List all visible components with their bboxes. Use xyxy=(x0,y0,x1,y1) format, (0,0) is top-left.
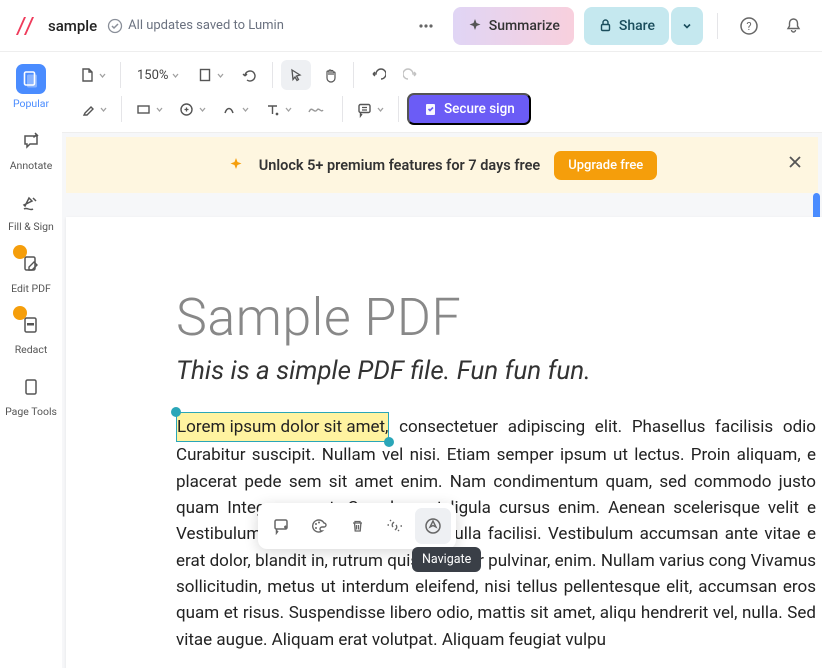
text-selection-highlight[interactable]: Lorem ipsum dolor sit amet, xyxy=(176,412,389,442)
text-icon xyxy=(264,101,281,118)
text-tool[interactable] xyxy=(259,94,298,124)
upgrade-button[interactable]: Upgrade free xyxy=(554,151,657,180)
pointer-icon xyxy=(288,67,304,83)
lock-icon xyxy=(598,18,613,33)
sidebar-item-edit-pdf[interactable]: Edit PDF xyxy=(2,243,60,303)
rotate-icon xyxy=(241,67,258,84)
fill-sign-icon xyxy=(16,187,46,217)
comment-tool[interactable] xyxy=(351,94,390,124)
redo-icon xyxy=(403,67,420,84)
more-menu-button[interactable] xyxy=(409,9,443,43)
ctx-link-button[interactable] xyxy=(377,508,413,544)
undo-icon xyxy=(369,67,386,84)
trash-icon xyxy=(349,518,366,535)
stamp-tool[interactable] xyxy=(173,94,212,124)
page-layout[interactable] xyxy=(192,60,230,90)
sidebar-item-fill-sign[interactable]: Fill & Sign xyxy=(2,181,60,241)
redo-button[interactable] xyxy=(396,60,426,90)
eraser-tool[interactable] xyxy=(74,94,113,124)
document-viewport[interactable]: Sample PDF This is a simple PDF file. Fu… xyxy=(62,193,822,668)
unlink-icon xyxy=(386,517,404,535)
save-status: All updates saved to Lumin xyxy=(107,18,284,34)
ctx-color-button[interactable] xyxy=(301,508,337,544)
stamp-icon xyxy=(178,101,195,118)
navigate-icon xyxy=(424,517,442,535)
signature-icon xyxy=(307,102,329,116)
rectangle-icon xyxy=(135,101,152,118)
file-menu[interactable] xyxy=(74,60,112,90)
ctx-delete-button[interactable] xyxy=(339,508,375,544)
secure-sign-button[interactable]: Secure sign xyxy=(407,93,531,125)
document-shield-icon xyxy=(423,102,438,117)
svg-text:?: ? xyxy=(746,20,751,33)
undo-button[interactable] xyxy=(362,60,392,90)
pdf-page[interactable]: Sample PDF This is a simple PDF file. Fu… xyxy=(66,217,822,668)
shape-tool[interactable] xyxy=(130,94,169,124)
zoom-select[interactable]: 150% xyxy=(129,60,188,90)
draw-icon xyxy=(221,101,238,118)
doc-title: Sample PDF xyxy=(176,287,822,348)
hand-tool[interactable] xyxy=(315,60,345,90)
selection-context-toolbar xyxy=(258,503,456,549)
rotate-button[interactable] xyxy=(234,60,264,90)
share-dropdown[interactable] xyxy=(671,7,703,45)
eraser-icon xyxy=(79,101,96,118)
ctx-comment-button[interactable] xyxy=(263,508,299,544)
signature-tool[interactable] xyxy=(302,94,334,124)
app-logo[interactable] xyxy=(12,13,38,39)
selection-handle-start[interactable] xyxy=(171,407,181,417)
navigate-tooltip: Navigate xyxy=(412,547,481,572)
popular-icon xyxy=(16,64,46,94)
premium-badge-icon xyxy=(13,245,27,259)
sidebar-item-page-tools[interactable]: Page Tools xyxy=(2,366,60,426)
summarize-button[interactable]: Summarize xyxy=(453,7,574,45)
doc-subtitle: This is a simple PDF file. Fun fun fun. xyxy=(176,356,822,386)
banner-close-button[interactable] xyxy=(786,153,804,171)
ctx-navigate-button[interactable] xyxy=(415,508,451,544)
annotate-icon xyxy=(16,126,46,156)
sidebar-item-annotate[interactable]: Annotate xyxy=(2,120,60,180)
comment-icon xyxy=(356,101,373,118)
draw-tool[interactable] xyxy=(216,94,255,124)
palette-icon xyxy=(310,517,328,535)
chevron-down-icon xyxy=(681,20,693,32)
upgrade-banner: Unlock 5+ premium features for 7 days fr… xyxy=(66,137,818,193)
hand-icon xyxy=(322,67,339,84)
share-button[interactable]: Share xyxy=(584,7,669,45)
comment-add-icon xyxy=(272,517,290,535)
pointer-tool[interactable] xyxy=(281,60,311,90)
document-name[interactable]: sample xyxy=(48,17,97,35)
page-icon xyxy=(79,67,95,83)
sparkle-icon xyxy=(227,156,245,174)
sparkle-icon xyxy=(467,18,483,34)
sidebar-item-popular[interactable]: Popular xyxy=(2,58,60,118)
help-button[interactable]: ? xyxy=(732,9,766,43)
notifications-button[interactable] xyxy=(776,9,810,43)
sidebar-item-redact[interactable]: Redact xyxy=(2,304,60,364)
page-tools-icon xyxy=(16,372,46,402)
page-icon xyxy=(197,67,213,83)
close-icon xyxy=(786,153,804,171)
